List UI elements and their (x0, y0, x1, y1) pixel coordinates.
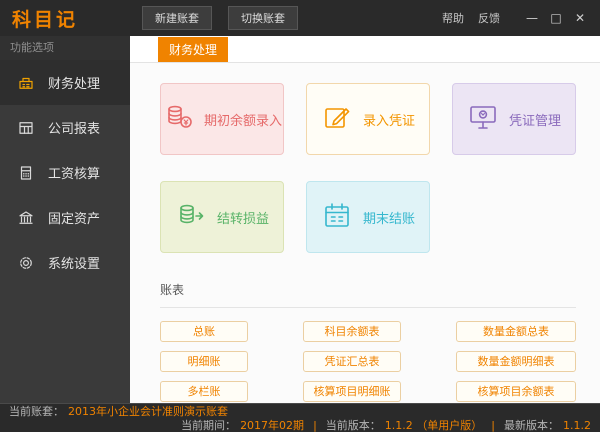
card-label: 结转损益 (217, 208, 269, 227)
accounting-item-detail-button[interactable]: 核算项目明细账 (303, 381, 401, 402)
quantity-amount-detail-button[interactable]: 数量金额明细表 (456, 351, 576, 372)
voucher-summary-button[interactable]: 凭证汇总表 (303, 351, 401, 372)
quantity-amount-summary-button[interactable]: 数量金额总表 (456, 321, 576, 342)
card-carry-forward-profit-loss[interactable]: 结转损益 (160, 181, 284, 253)
sidebar-item-label: 系统设置 (48, 253, 100, 272)
accounting-item-balance-button[interactable]: 核算项目余额表 (456, 381, 576, 402)
titlebar-right: 帮助 反馈 — □ ✕ (442, 8, 590, 28)
bank-icon (17, 209, 35, 227)
tab-financial-processing[interactable]: 财务处理 (158, 37, 228, 62)
latest-version-label: 最新版本： (504, 417, 559, 432)
cash-register-icon (17, 74, 35, 92)
new-account-set-button[interactable]: 新建账套 (142, 6, 212, 30)
gear-icon (17, 254, 35, 272)
app-window: 科目记 新建账套 切换账套 帮助 反馈 — □ ✕ 功能选项 (0, 0, 600, 432)
sidebar-item-label: 固定资产 (48, 208, 100, 227)
main-panel: 财务处理 期初余额录入 (130, 36, 600, 403)
card-period-end-closing[interactable]: 期末结账 (306, 181, 430, 253)
content-area: 期初余额录入 录入凭证 (130, 63, 600, 403)
app-logo: 科目记 (12, 5, 78, 32)
sidebar-item-label: 财务处理 (48, 73, 100, 92)
current-version-label: 当前版本： (326, 417, 381, 432)
account-table-buttons: 总账 科目余额表 数量金额总表 明细账 凭证汇总表 数量金额明细表 多栏账 核算… (160, 321, 576, 402)
detail-ledger-button[interactable]: 明细账 (160, 351, 248, 372)
subject-balance-sheet-button[interactable]: 科目余额表 (303, 321, 401, 342)
calculator-icon (17, 164, 35, 182)
general-ledger-button[interactable]: 总账 (160, 321, 248, 342)
status-separator: | (313, 419, 317, 432)
card-label: 期初余额录入 (204, 110, 282, 129)
tab-bar: 财务处理 (130, 36, 600, 63)
card-opening-balance-entry[interactable]: 期初余额录入 (160, 83, 284, 155)
section-title-account-tables: 账表 (160, 281, 576, 298)
status-row-account: 当前账套： 2013年小企业会计准则演示账套 (0, 404, 600, 418)
titlebar-buttons: 新建账套 切换账套 (142, 6, 298, 30)
feedback-link[interactable]: 反馈 (478, 10, 500, 26)
sidebar: 功能选项 财务处理 公司报表 (0, 36, 130, 403)
card-label: 期末结账 (363, 208, 415, 227)
sidebar-item-fixed-assets[interactable]: 固定资产 (0, 195, 130, 240)
sidebar-item-label: 工资核算 (48, 163, 100, 182)
edit-pencil-icon (321, 101, 353, 137)
card-enter-voucher[interactable]: 录入凭证 (306, 83, 430, 155)
window-controls: — □ ✕ (522, 8, 590, 28)
titlebar: 科目记 新建账套 切换账套 帮助 反馈 — □ ✕ (0, 0, 600, 36)
card-voucher-management[interactable]: 凭证管理 (452, 83, 576, 155)
function-cards: 期初余额录入 录入凭证 (160, 83, 576, 253)
current-period-label: 当前期间： (181, 417, 236, 432)
maximize-button[interactable]: □ (546, 8, 566, 28)
calendar-icon (321, 199, 353, 235)
status-bar: 当前账套： 2013年小企业会计准则演示账套 当前期间： 2017年02期 | … (0, 403, 600, 432)
current-version-value: 1.1.2 （单用户版） (385, 417, 483, 432)
coins-icon (162, 101, 194, 137)
multi-column-ledger-button[interactable]: 多栏账 (160, 381, 248, 402)
card-label: 录入凭证 (363, 110, 415, 129)
section-divider (160, 307, 576, 308)
sidebar-item-payroll-accounting[interactable]: 工资核算 (0, 150, 130, 195)
transfer-coins-icon (175, 199, 207, 235)
sidebar-item-company-reports[interactable]: 公司报表 (0, 105, 130, 150)
close-button[interactable]: ✕ (570, 8, 590, 28)
sidebar-item-financial-processing[interactable]: 财务处理 (0, 60, 130, 105)
monitor-icon (467, 101, 499, 137)
report-table-icon (17, 119, 35, 137)
current-period-value: 2017年02期 (240, 417, 304, 432)
sidebar-header: 功能选项 (0, 36, 130, 60)
sidebar-item-label: 公司报表 (48, 118, 100, 137)
latest-version-value: 1.1.2 (563, 419, 591, 432)
status-row-versions: 当前期间： 2017年02期 | 当前版本： 1.1.2 （单用户版） | 最新… (0, 418, 600, 432)
current-account-set-label: 当前账套： (9, 403, 64, 419)
help-link[interactable]: 帮助 (442, 10, 464, 26)
minimize-button[interactable]: — (522, 8, 542, 28)
card-label: 凭证管理 (509, 110, 561, 129)
switch-account-set-button[interactable]: 切换账套 (228, 6, 298, 30)
sidebar-item-system-settings[interactable]: 系统设置 (0, 240, 130, 285)
status-separator: | (491, 419, 495, 432)
